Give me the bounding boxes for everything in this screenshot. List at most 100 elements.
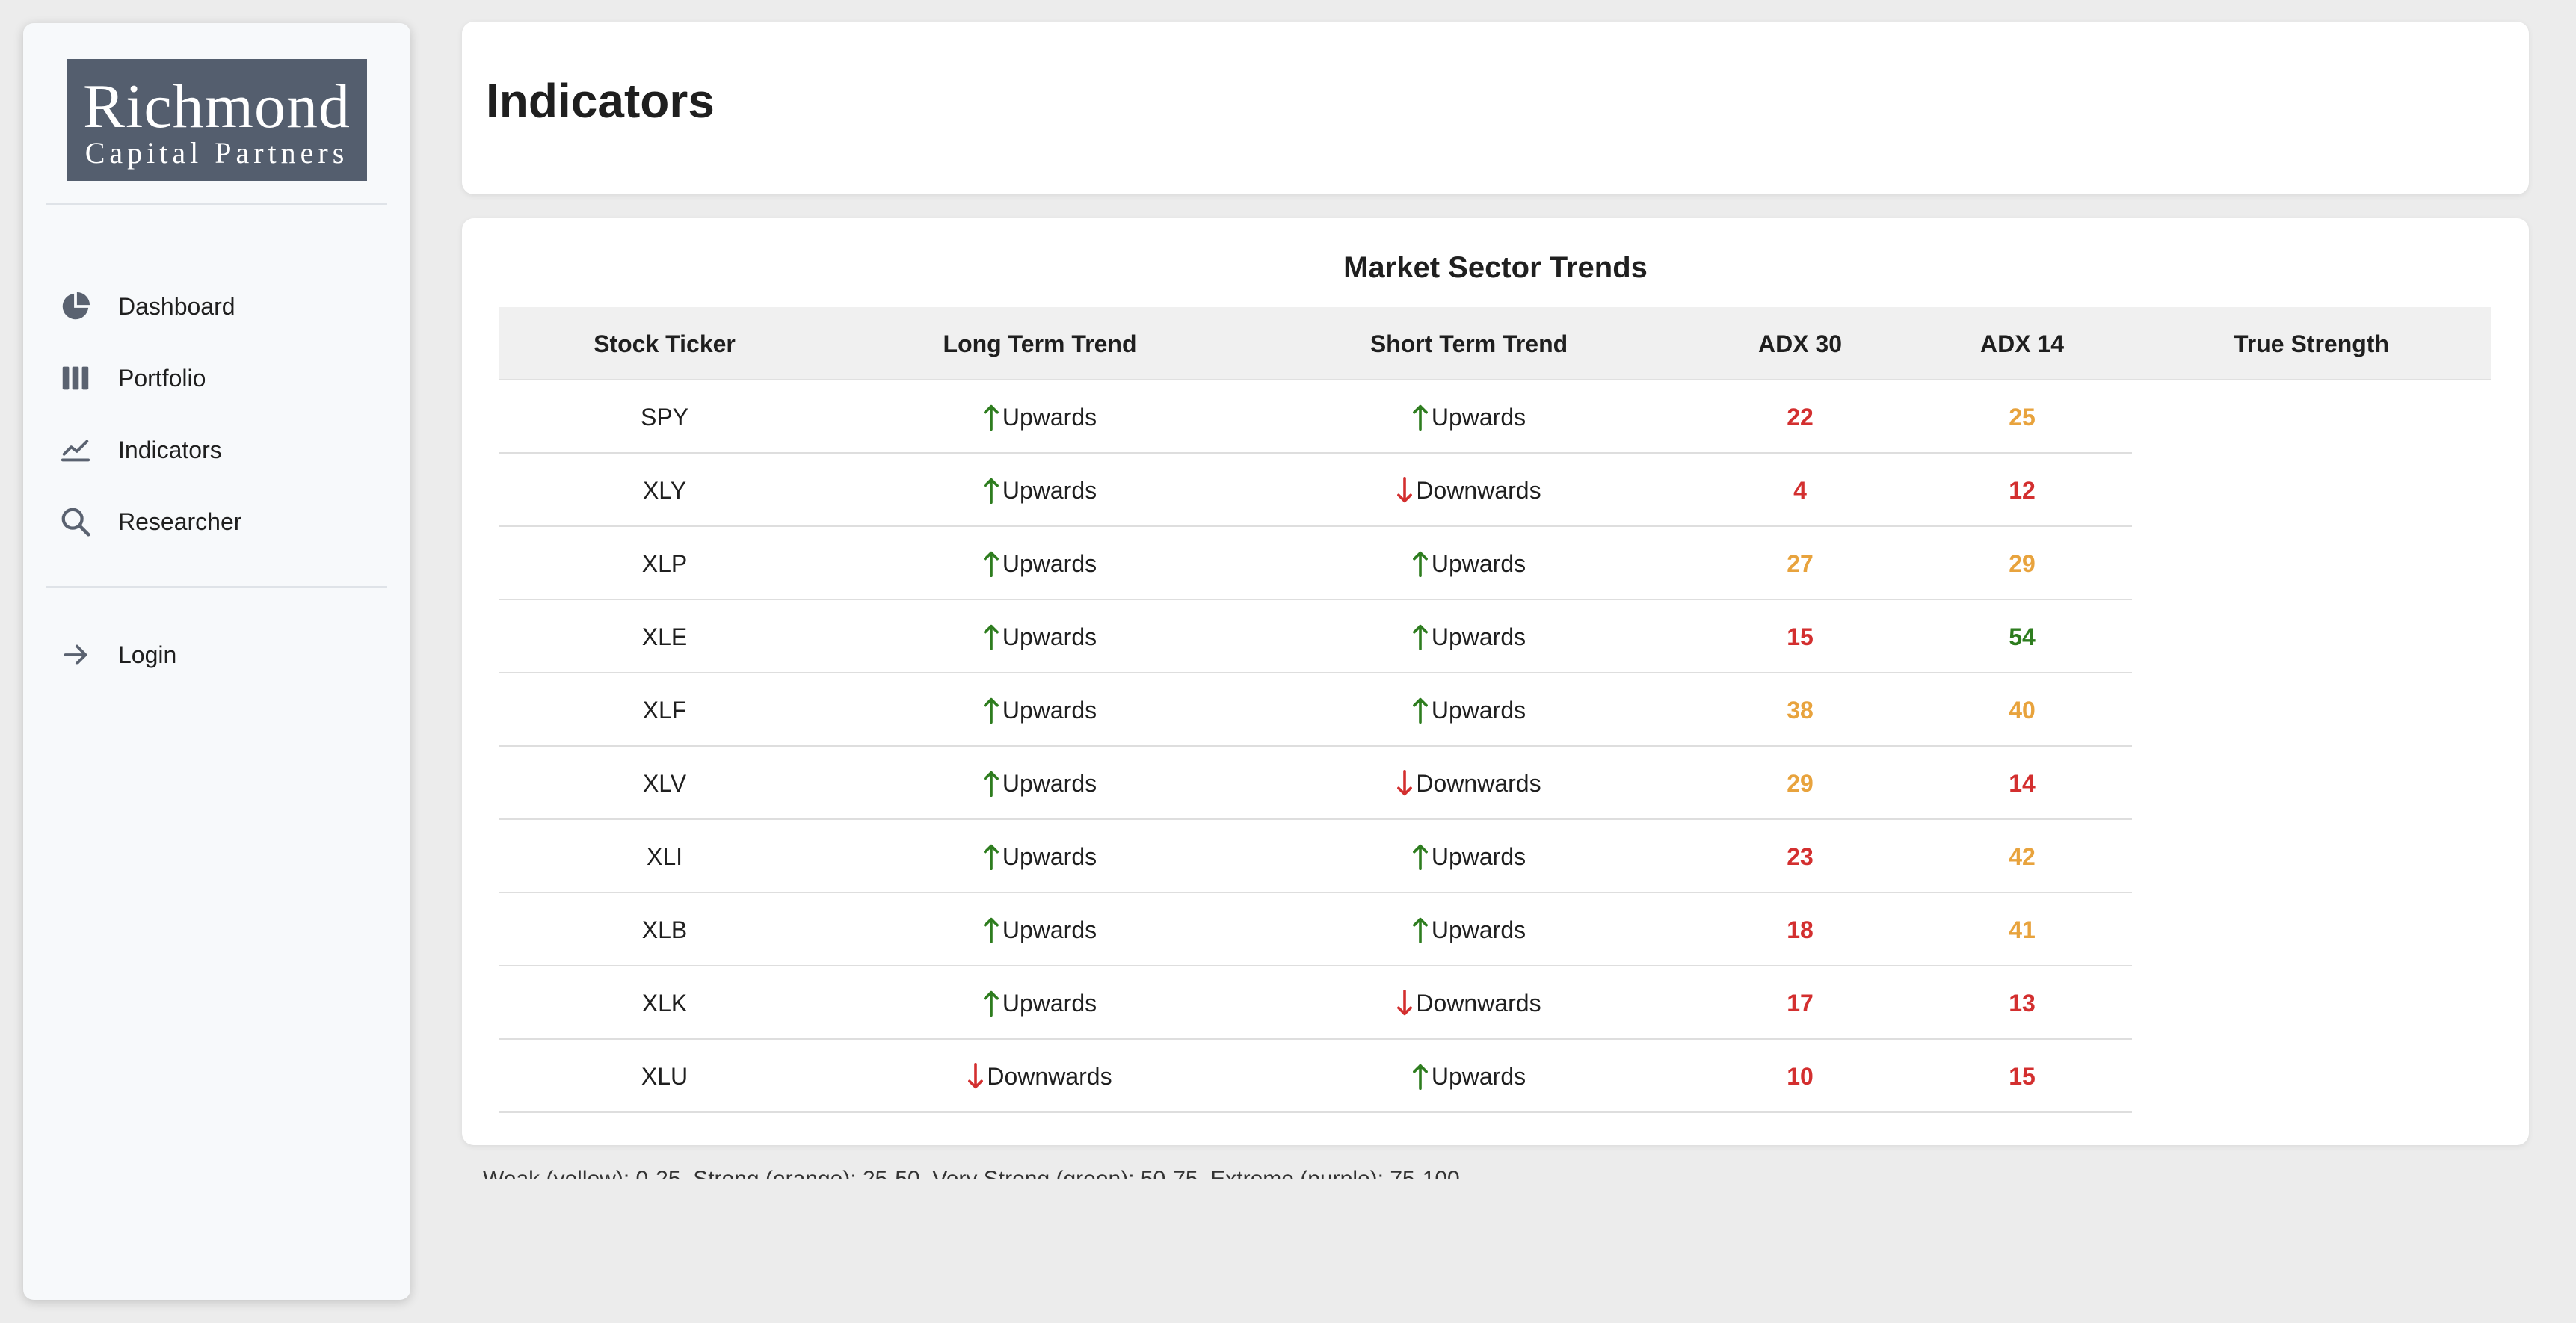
adx30-cell: 22 bbox=[1787, 404, 1814, 431]
short-term-trend-cell: Downwards bbox=[1250, 454, 1688, 527]
sidebar-item-label: Login bbox=[118, 641, 177, 668]
arrow-up-icon bbox=[1412, 916, 1432, 943]
sidebar-item-label: Dashboard bbox=[118, 292, 235, 320]
table-row[interactable]: XLP Upwards Upwards 27 29 bbox=[499, 527, 2132, 600]
long-term-trend-cell: Upwards bbox=[830, 893, 1250, 966]
adx14-cell: 14 bbox=[2009, 770, 2036, 797]
trend-indicator: Downwards bbox=[1396, 454, 1541, 527]
table-row[interactable]: XLI Upwards Upwards 23 42 bbox=[499, 820, 2132, 893]
short-term-trend-cell: Upwards bbox=[1250, 527, 1688, 600]
adx30-cell: 17 bbox=[1787, 990, 1814, 1017]
adx30-cell: 27 bbox=[1787, 550, 1814, 577]
ticker-cell: SPY bbox=[640, 404, 689, 431]
trend-indicator: Upwards bbox=[983, 893, 1097, 966]
adx14-cell: 29 bbox=[2009, 550, 2036, 577]
adx30-cell: 10 bbox=[1787, 1063, 1814, 1090]
logo-title: Richmond bbox=[83, 72, 351, 141]
table-row[interactable]: XLV Upwards Downwards 29 14 bbox=[499, 747, 2132, 820]
sidebar-item-dashboard[interactable]: Dashboard bbox=[23, 280, 410, 333]
sidebar-divider bbox=[46, 203, 387, 205]
arrow-up-icon bbox=[1412, 404, 1432, 431]
arrow-up-icon bbox=[983, 477, 1002, 504]
ticker-cell: XLK bbox=[641, 990, 688, 1017]
arrow-up-icon bbox=[983, 623, 1002, 650]
short-term-trend-cell: Upwards bbox=[1250, 1040, 1688, 1113]
trend-indicator: Upwards bbox=[983, 747, 1097, 820]
trend-indicator: Upwards bbox=[1412, 1040, 1526, 1113]
short-term-trend-cell: Upwards bbox=[1250, 820, 1688, 893]
adx30-cell: 23 bbox=[1787, 843, 1814, 870]
arrow-up-icon bbox=[1412, 550, 1432, 577]
search-icon bbox=[61, 508, 90, 537]
sidebar-item-indicators[interactable]: Indicators bbox=[23, 423, 410, 477]
trend-label: Upwards bbox=[1002, 550, 1097, 577]
arrow-up-icon bbox=[983, 697, 1002, 724]
ticker-cell: XLU bbox=[641, 1063, 688, 1090]
sidebar-item-portfolio[interactable]: Portfolio bbox=[23, 351, 410, 405]
ticker-cell: XLP bbox=[641, 550, 688, 577]
short-term-trend-cell: Upwards bbox=[1250, 893, 1688, 966]
trend-label: Downwards bbox=[1416, 990, 1541, 1017]
sidebar-item-label: Researcher bbox=[118, 508, 242, 535]
short-term-trend-cell: Upwards bbox=[1250, 380, 1688, 454]
trend-indicator: Upwards bbox=[1412, 600, 1526, 673]
trend-indicator: Upwards bbox=[1412, 893, 1526, 966]
ticker-cell: XLF bbox=[642, 697, 687, 724]
trend-indicator: Upwards bbox=[1412, 820, 1526, 893]
long-term-trend-cell: Upwards bbox=[830, 747, 1250, 820]
trend-label: Upwards bbox=[1431, 404, 1526, 431]
trend-label: Upwards bbox=[1431, 550, 1526, 577]
column-header-ticker[interactable]: Stock Ticker bbox=[499, 307, 830, 380]
trend-label: Upwards bbox=[1431, 697, 1526, 724]
table-row[interactable]: XLE Upwards Upwards 15 54 bbox=[499, 600, 2132, 673]
column-header-adx30[interactable]: ADX 30 bbox=[1688, 307, 1912, 380]
ticker-cell: XLE bbox=[641, 623, 688, 650]
arrow-up-icon bbox=[1412, 1063, 1432, 1090]
long-term-trend-cell: Upwards bbox=[830, 527, 1250, 600]
table-row[interactable]: XLF Upwards Upwards 38 40 bbox=[499, 673, 2132, 747]
app-root: Richmond Capital Partners Dashboard Port… bbox=[0, 0, 2576, 1323]
adx14-cell: 42 bbox=[2009, 843, 2036, 870]
long-term-trend-cell: Upwards bbox=[830, 673, 1250, 747]
arrow-up-icon bbox=[983, 550, 1002, 577]
logo-subtitle: Capital Partners bbox=[84, 136, 349, 170]
sidebar-divider bbox=[46, 586, 387, 588]
trend-indicator: Upwards bbox=[983, 673, 1097, 747]
adx30-cell: 18 bbox=[1787, 916, 1814, 943]
column-header-adx14[interactable]: ADX 14 bbox=[1912, 307, 2132, 380]
trend-indicator: Upwards bbox=[983, 527, 1097, 600]
arrow-down-icon bbox=[1396, 477, 1416, 504]
sidebar-item-login[interactable]: Login bbox=[23, 628, 410, 682]
trend-indicator: Upwards bbox=[983, 820, 1097, 893]
ticker-cell: XLV bbox=[642, 770, 687, 797]
table-row[interactable]: XLU Downwards Upwards 10 15 bbox=[499, 1040, 2132, 1113]
company-logo[interactable]: Richmond Capital Partners bbox=[67, 59, 367, 181]
strength-legend: Weak (yellow): 0-25, Strong (orange): 25… bbox=[483, 1167, 1460, 1179]
table-row[interactable]: XLB Upwards Upwards 18 41 bbox=[499, 893, 2132, 966]
trend-indicator: Upwards bbox=[1412, 527, 1526, 600]
trend-label: Downwards bbox=[1416, 770, 1541, 797]
table-row[interactable]: XLK Upwards Downwards 17 13 bbox=[499, 966, 2132, 1040]
table-row[interactable]: SPY Upwards Upwards 22 25 bbox=[499, 380, 2132, 454]
adx14-cell: 41 bbox=[2009, 916, 2036, 943]
trend-label: Upwards bbox=[1002, 916, 1097, 943]
long-term-trend-cell: Downwards bbox=[830, 1040, 1250, 1113]
table-title: Market Sector Trends bbox=[1343, 251, 1648, 284]
arrow-up-icon bbox=[1412, 843, 1432, 870]
table-row[interactable]: XLY Upwards Downwards 4 12 bbox=[499, 454, 2132, 527]
sidebar-item-researcher[interactable]: Researcher bbox=[23, 495, 410, 549]
column-header-true-strength[interactable]: True Strength bbox=[2132, 307, 2491, 380]
arrow-up-icon bbox=[983, 404, 1002, 431]
arrow-right-icon bbox=[64, 644, 87, 665]
adx14-cell: 12 bbox=[2009, 477, 2036, 504]
trend-label: Upwards bbox=[1002, 990, 1097, 1017]
column-header-short-term[interactable]: Short Term Trend bbox=[1250, 307, 1688, 380]
long-term-trend-cell: Upwards bbox=[830, 600, 1250, 673]
short-term-trend-cell: Downwards bbox=[1250, 966, 1688, 1040]
trend-indicator: Upwards bbox=[983, 454, 1097, 527]
arrow-down-icon bbox=[1396, 770, 1416, 797]
arrow-down-icon bbox=[967, 1063, 987, 1090]
trend-label: Downwards bbox=[1416, 477, 1541, 504]
sidebar-item-label: Indicators bbox=[118, 436, 222, 463]
column-header-long-term[interactable]: Long Term Trend bbox=[830, 307, 1250, 380]
